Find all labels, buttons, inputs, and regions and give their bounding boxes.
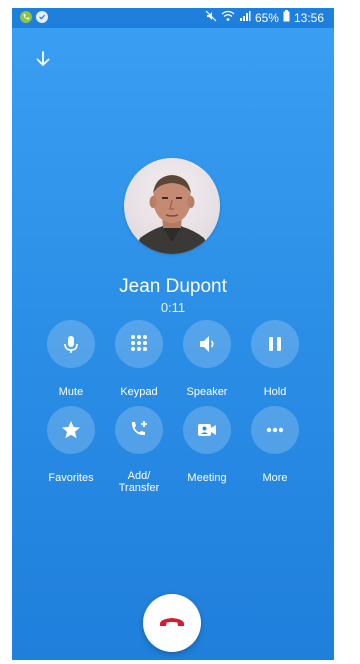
caller-name: Jean Dupont <box>119 276 227 297</box>
hold-button[interactable]: Hold <box>243 320 307 398</box>
meeting-button[interactable]: Meeting <box>175 406 239 484</box>
clock: 13:56 <box>293 10 324 25</box>
caller-avatar <box>124 158 220 254</box>
favorites-button[interactable]: Favorites <box>39 406 103 484</box>
more-button[interactable]: More <box>243 406 307 484</box>
meeting-label: Meeting <box>187 472 227 484</box>
pause-icon <box>251 320 299 368</box>
hold-label: Hold <box>263 386 287 398</box>
video-person-icon <box>183 406 231 454</box>
speaker-icon <box>183 320 231 368</box>
add-transfer-button[interactable]: Add/ Transfer <box>107 406 171 494</box>
add-transfer-label-line1: Add/ <box>127 470 151 482</box>
phone-notification-icon <box>20 11 32 23</box>
star-icon <box>47 406 95 454</box>
call-screen: 65% 13:56 Jean Dupont 0:11 Mute Keypad S… <box>12 8 334 660</box>
keypad-label: Keypad <box>120 386 158 398</box>
add-call-icon <box>115 406 163 454</box>
more-label: More <box>262 472 288 484</box>
hang-up-icon <box>156 605 188 642</box>
signal-icon <box>239 10 251 25</box>
keypad-icon <box>115 320 163 368</box>
collapse-arrow-icon[interactable] <box>32 48 54 70</box>
wifi-icon <box>221 10 235 25</box>
status-bar: 65% 13:56 <box>12 8 334 28</box>
speaker-label: Speaker <box>186 386 228 398</box>
battery-percent: 65% <box>254 10 279 25</box>
mute-button[interactable]: Mute <box>39 320 103 398</box>
call-timer: 0:11 <box>160 300 186 315</box>
mute-icon <box>205 10 217 25</box>
more-dots-icon <box>251 406 299 454</box>
speaker-button[interactable]: Speaker <box>175 320 239 398</box>
microphone-icon <box>47 320 95 368</box>
battery-icon <box>283 10 290 25</box>
favorites-label: Favorites <box>48 472 94 484</box>
add-transfer-label-line2: Transfer <box>118 482 160 494</box>
end-call-button[interactable] <box>143 594 201 652</box>
check-notification-icon <box>36 11 48 23</box>
mute-label: Mute <box>58 386 84 398</box>
add-transfer-label: Add/ Transfer <box>107 470 171 494</box>
keypad-button[interactable]: Keypad <box>107 320 171 398</box>
